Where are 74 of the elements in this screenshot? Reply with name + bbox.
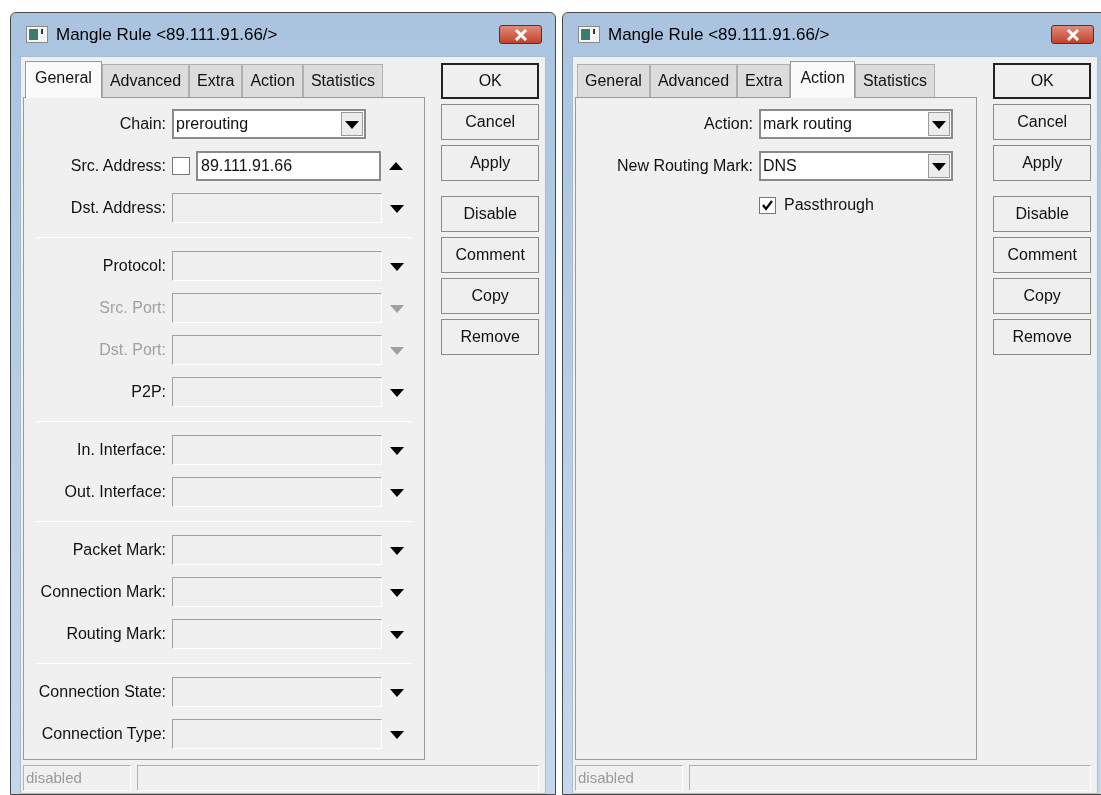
tab[interactable]: General xyxy=(577,64,650,97)
input-field[interactable] xyxy=(172,619,382,649)
window-icon xyxy=(578,26,600,43)
dialog-button[interactable]: Cancel xyxy=(441,104,539,140)
tab[interactable]: Extra xyxy=(189,64,243,97)
dialog-button[interactable]: OK xyxy=(993,63,1091,99)
input-field[interactable] xyxy=(172,577,382,607)
field-label: Protocol: xyxy=(101,256,167,276)
dropdown-value: mark routing xyxy=(762,114,853,134)
window-icon xyxy=(26,26,48,43)
tab[interactable]: Advanced xyxy=(101,64,190,97)
dialog-button[interactable]: OK xyxy=(441,63,539,99)
dialog-button[interactable]: Disable xyxy=(441,196,539,232)
field-label: New Routing Mark: xyxy=(615,156,754,176)
input-field[interactable] xyxy=(172,193,382,223)
close-button[interactable] xyxy=(1051,25,1094,44)
input-field[interactable] xyxy=(172,535,382,565)
dropdown-button[interactable] xyxy=(928,154,950,178)
checkbox-label: Passthrough xyxy=(784,195,874,215)
dropdown-value: DNS xyxy=(762,156,798,176)
tab[interactable]: Statistics xyxy=(854,64,935,97)
window-title: Mangle Rule <89.111.91.66/> xyxy=(608,23,830,46)
dialog-button[interactable]: Disable xyxy=(993,196,1091,232)
field-label: Dst. Address: xyxy=(69,198,167,218)
input-field[interactable] xyxy=(172,477,382,507)
field-label: In. Interface: xyxy=(76,440,167,460)
field-label: Src. Address: xyxy=(69,156,167,176)
dropdown-button[interactable] xyxy=(341,112,363,136)
close-icon[interactable] xyxy=(1065,28,1080,41)
dialog-button[interactable]: Copy xyxy=(993,278,1091,314)
dropdown-value: prerouting xyxy=(175,114,250,134)
dialog-button[interactable]: Remove xyxy=(993,319,1091,355)
input-field[interactable] xyxy=(172,677,382,707)
close-button[interactable] xyxy=(499,25,542,44)
dropdown-field[interactable]: mark routing xyxy=(759,109,953,139)
tab[interactable]: Action xyxy=(790,61,855,98)
input-field[interactable] xyxy=(172,719,382,749)
checkbox[interactable] xyxy=(759,196,776,214)
dialog-button[interactable]: Comment xyxy=(993,237,1091,273)
status-text: disabled xyxy=(23,765,131,791)
dropdown-field[interactable]: prerouting xyxy=(172,109,366,139)
tab[interactable]: General xyxy=(25,61,102,98)
field-label: Src. Port: xyxy=(98,298,167,318)
dropdown-button[interactable] xyxy=(928,112,950,136)
dialog-button[interactable]: Apply xyxy=(441,145,539,181)
dialog-button[interactable]: Apply xyxy=(993,145,1091,181)
field-label: Out. Interface: xyxy=(63,482,167,502)
input-field[interactable] xyxy=(172,377,382,407)
tab[interactable]: Advanced xyxy=(649,64,738,97)
input-field[interactable] xyxy=(172,251,382,281)
dropdown-field[interactable]: DNS xyxy=(759,151,953,181)
dialog-button[interactable]: Copy xyxy=(441,278,539,314)
field-label: Connection Mark: xyxy=(39,582,167,602)
close-icon[interactable] xyxy=(513,28,528,41)
field-label: Routing Mark: xyxy=(65,624,167,644)
window-title: Mangle Rule <89.111.91.66/> xyxy=(56,23,278,46)
input-field[interactable] xyxy=(172,435,382,465)
field-label: P2P: xyxy=(130,382,167,402)
dialog-button[interactable]: Remove xyxy=(441,319,539,355)
field-label: Connection State: xyxy=(37,682,167,702)
checkbox[interactable] xyxy=(172,157,190,175)
tab[interactable]: Extra xyxy=(737,64,791,97)
field-label: Action: xyxy=(703,114,754,134)
check-icon xyxy=(761,198,774,212)
status-text: disabled xyxy=(575,765,683,791)
field-label: Packet Mark: xyxy=(71,540,167,560)
address-field[interactable]: 89.111.91.66 xyxy=(196,151,381,181)
dialog-button[interactable]: Cancel xyxy=(993,104,1091,140)
tab[interactable]: Action xyxy=(242,64,303,97)
tab[interactable]: Statistics xyxy=(302,64,383,97)
field-label: Chain: xyxy=(118,114,167,134)
field-label: Dst. Port: xyxy=(98,340,167,360)
field-label: Connection Type: xyxy=(40,724,167,744)
dialog-button[interactable]: Comment xyxy=(441,237,539,273)
